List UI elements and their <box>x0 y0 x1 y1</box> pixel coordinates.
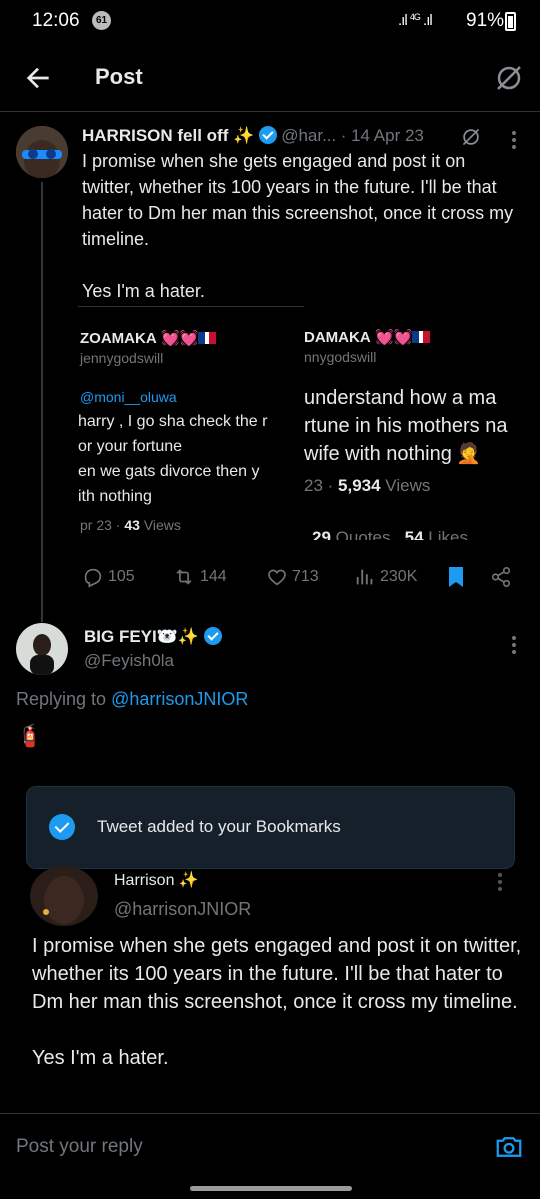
screenshot-left: ZOAMAKA 💓💓 jennygodswill @moni__oluwa ha… <box>78 306 304 540</box>
like-count: 713 <box>292 568 319 585</box>
views-count: 230K <box>380 568 418 585</box>
heart-emoji-icon: 💓💓 <box>375 329 413 346</box>
screenshot-date: pr 23 · <box>80 517 125 533</box>
likes-label: Likes <box>423 528 468 540</box>
author-handle[interactable]: @har... <box>281 126 336 145</box>
reply-icon <box>84 568 102 588</box>
battery-icon <box>505 12 516 31</box>
screenshot-line-1: harry , I go sha check the r <box>78 413 268 430</box>
reply-text: 🧯 <box>16 723 44 748</box>
battery-percent: 91% <box>466 10 505 31</box>
quotes-count: 29 <box>312 528 331 540</box>
reply-tweet-header: BIG FEYI🐻‍❄️✨ <box>84 627 222 647</box>
grok-icon[interactable] <box>493 62 525 94</box>
replying-handle-link[interactable]: @harrisonJNIOR <box>111 689 248 709</box>
views-button[interactable]: 230K <box>354 566 417 588</box>
screenshot-right-views-label: Views <box>380 476 431 495</box>
screenshot-views-count: 43 <box>124 517 140 533</box>
flag-emoji-icon <box>198 332 217 344</box>
status-bar: 12:06 61 .ıl 4G .ıl 91% <box>0 0 540 44</box>
back-arrow-icon[interactable] <box>22 62 54 94</box>
likes-count: 54 <box>404 528 424 540</box>
screenshot-right-line-3: wife with nothing <box>304 443 452 465</box>
reply-author-name[interactable]: BIG FEYI🐻‍❄️✨ <box>84 627 199 646</box>
screenshot-right: DAMAKA 💓💓 nnygodswill understand how a m… <box>304 306 538 540</box>
embedded-tweet[interactable]: Harrison ✨ @harrisonJNIOR I promise when… <box>0 860 540 1110</box>
more-options-icon[interactable] <box>510 635 518 655</box>
screenshot-right-stats: 29 Quotes 54 Likes <box>312 528 468 540</box>
screenshot-right-date: 23 · <box>304 476 339 495</box>
flag-emoji-icon <box>412 331 431 343</box>
heart-icon <box>268 569 286 586</box>
screenshot-right-line-2: rtune in his mothers na <box>304 415 508 437</box>
bookmark-toast[interactable]: Tweet added to your Bookmarks <box>26 786 515 869</box>
screenshot-line-2: or your fortune <box>78 438 183 455</box>
tweet-text: I promise when she gets engaged and post… <box>82 151 514 301</box>
bookmark-button[interactable] <box>446 566 466 588</box>
replying-prefix: Replying to <box>16 689 112 709</box>
tweet-date: · 14 Apr 23 <box>340 126 424 145</box>
repost-button[interactable]: 144 <box>172 566 227 588</box>
check-circle-icon <box>49 814 75 840</box>
screenshot-author-handle: jennygodswill <box>80 350 164 366</box>
status-time: 12:06 <box>32 10 80 31</box>
replying-to-line: Replying to @harrisonJNIOR <box>16 689 248 710</box>
signal-icon: .ıl 4G .ıl <box>398 12 433 29</box>
embedded-name[interactable]: Harrison ✨ <box>114 870 199 890</box>
notification-count-badge: 61 <box>92 11 111 30</box>
share-button[interactable] <box>490 566 512 588</box>
screenshot-right-author-name: DAMAKA <box>304 329 371 346</box>
toast-message: Tweet added to your Bookmarks <box>97 817 341 836</box>
screenshot-right-meta: 23 · 5,934 Views <box>304 476 430 496</box>
screenshot-right-line-1: understand how a ma <box>304 387 497 409</box>
screenshot-author-name: ZOAMAKA <box>80 330 157 347</box>
reply-tweet-avatar[interactable] <box>16 623 68 675</box>
tweet-action-bar: 105 144 713 230K <box>78 566 528 596</box>
tweet-image[interactable]: ZOAMAKA 💓💓 jennygodswill @moni__oluwa ha… <box>78 306 538 540</box>
main-tweet-avatar[interactable] <box>16 126 68 178</box>
avatar-image <box>16 126 68 178</box>
reply-author-handle[interactable]: @Feyish0la <box>84 651 174 671</box>
more-options-icon[interactable] <box>496 872 504 892</box>
reply-tweet[interactable]: BIG FEYI🐻‍❄️✨ @Feyish0la Replying to @ha… <box>0 615 540 765</box>
screenshot-right-views-count: 5,934 <box>338 476 381 495</box>
avatar-image <box>30 866 98 926</box>
reply-count: 105 <box>108 568 135 585</box>
embedded-tweet-avatar[interactable] <box>30 866 98 926</box>
screenshot-meta: pr 23 · 43 Views <box>80 517 181 533</box>
page-title: Post <box>95 64 143 89</box>
bookmark-filled-icon <box>449 567 463 587</box>
network-type: 4G <box>409 12 421 22</box>
screenshot-views-label: Views <box>139 517 181 533</box>
verified-badge-icon <box>258 126 277 144</box>
screenshot-line-4: ith nothing <box>78 488 152 505</box>
screenshot-replying-handle: @moni__oluwa <box>80 389 177 405</box>
home-indicator[interactable] <box>190 1186 352 1191</box>
repost-icon <box>176 569 192 585</box>
reply-input[interactable]: Post your reply <box>16 1136 143 1158</box>
grok-small-icon[interactable] <box>460 126 482 148</box>
repost-count: 144 <box>200 568 227 585</box>
facepalm-emoji-icon: 🤦 <box>456 443 482 465</box>
share-icon <box>491 567 511 587</box>
app-header: Post <box>0 48 540 112</box>
reply-button[interactable]: 105 <box>82 566 135 588</box>
quotes-label: Quotes <box>330 528 391 540</box>
main-tweet-header: HARRISON fell off ✨ @har... · 14 Apr 23 <box>82 126 424 146</box>
screenshot-right-author-handle: nnygodswill <box>304 349 377 365</box>
author-name[interactable]: HARRISON fell off ✨ <box>82 126 254 145</box>
embedded-handle[interactable]: @harrisonJNIOR <box>114 899 251 920</box>
views-icon <box>356 569 373 585</box>
heart-emoji-icon: 💓💓 <box>161 330 199 347</box>
embedded-tweet-text: I promise when she gets engaged and post… <box>32 935 522 1069</box>
avatar-image <box>16 623 68 675</box>
camera-icon[interactable] <box>494 1132 524 1162</box>
screenshot-line-3: en we gats divorce then y <box>78 463 260 480</box>
verified-badge-icon <box>203 627 222 645</box>
like-button[interactable]: 713 <box>266 566 319 588</box>
reply-composer[interactable]: Post your reply <box>0 1113 540 1179</box>
more-options-icon[interactable] <box>510 130 518 150</box>
